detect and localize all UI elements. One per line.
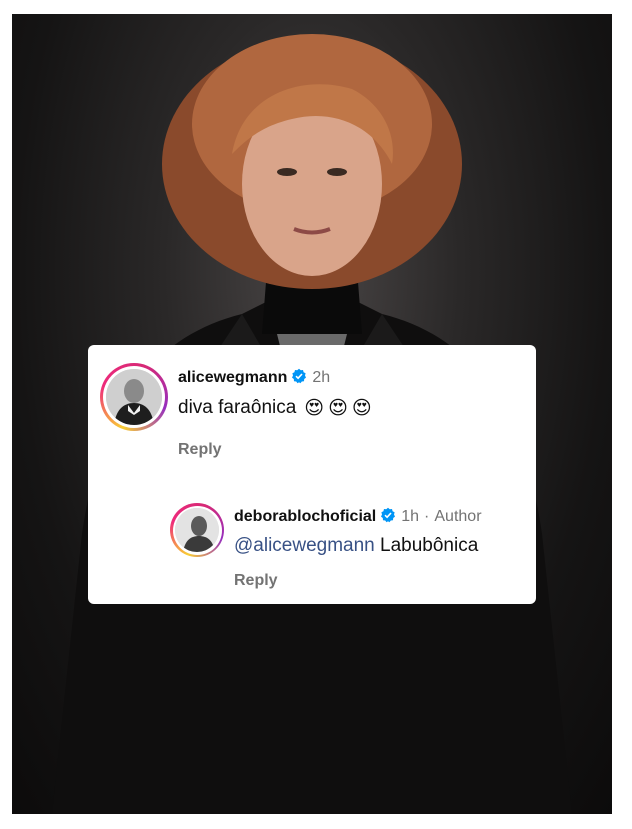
comment-time: 2h (312, 369, 331, 386)
author-tag: Author (434, 508, 482, 525)
reply-mention-link[interactable]: @alicewegmann (234, 535, 375, 556)
author-separator: · (424, 508, 430, 525)
reply-comment: deborablochoficial 1h · Author @aliceweg… (234, 506, 524, 557)
heart-eyes-emoji-icon: 😍 (351, 397, 372, 419)
reply-username[interactable]: deborablochoficial (234, 508, 376, 526)
deborablochoficial-avatar-image (175, 508, 219, 552)
comment-text: diva faraônica (178, 397, 297, 418)
comment-username[interactable]: alicewegmann (178, 369, 287, 387)
alicewegmann-avatar-image (106, 369, 162, 425)
verified-badge-icon (380, 507, 396, 528)
comment: alicewegmann 2h diva faraônica 😍 😍 😍 (178, 367, 518, 421)
comment-card: alicewegmann 2h diva faraônica 😍 😍 😍 Rep… (88, 345, 536, 604)
verified-badge-icon (291, 368, 307, 389)
comment-reply-button[interactable]: Reply (178, 441, 222, 459)
reply-text-row: @alicewegmann Labubônica (234, 535, 524, 557)
reply-time: 1h (401, 508, 420, 525)
reply-avatar[interactable] (170, 503, 224, 557)
heart-eyes-emoji-icon: 😍 (304, 397, 325, 419)
comment-avatar[interactable] (100, 363, 168, 431)
comment-text-row: diva faraônica 😍 😍 😍 (178, 395, 518, 421)
reply-reply-button[interactable]: Reply (234, 572, 278, 590)
heart-eyes-emoji-icon: 😍 (328, 397, 348, 419)
reply-text: Labubônica (380, 535, 479, 556)
